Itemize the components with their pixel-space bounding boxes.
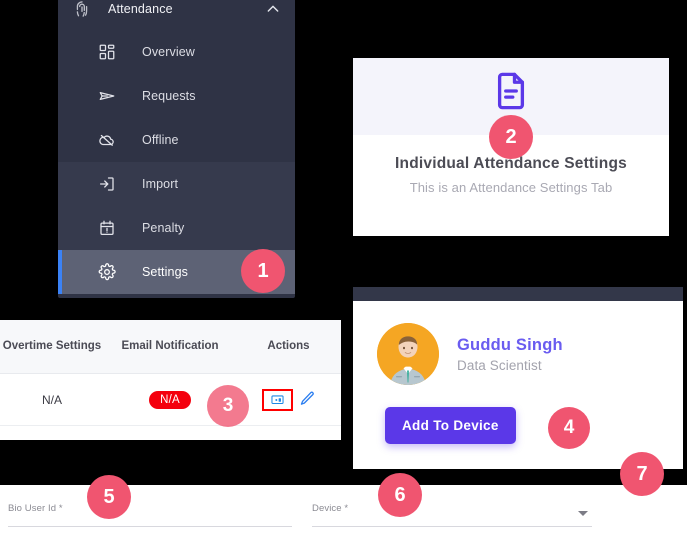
- table-header-row: Overtime Settings Email Notification Act…: [0, 320, 341, 374]
- avatar: [377, 323, 439, 385]
- sidebar-item-label: Import: [142, 177, 179, 191]
- send-plane-icon: [98, 87, 116, 105]
- sidebar-item-label: Overview: [142, 45, 195, 59]
- sidebar-item-import[interactable]: Import: [58, 162, 295, 206]
- table-row: N/A N/A: [0, 374, 341, 426]
- screenshot-root: Attendance Overview Requests Offline Imp…: [0, 0, 687, 550]
- profile-text: Guddu Singh Data Scientist: [457, 336, 563, 373]
- device-label: Device *: [312, 503, 349, 514]
- sidebar-item-label: Requests: [142, 89, 196, 103]
- step-badge-7: 7: [620, 452, 664, 496]
- card-subtitle: This is an Attendance Settings Tab: [409, 180, 613, 195]
- bio-user-id-field[interactable]: Bio User Id *: [8, 503, 292, 527]
- attendance-settings-table: Overtime Settings Email Notification Act…: [0, 320, 341, 440]
- cell-actions: [236, 374, 341, 425]
- device-monitor-icon[interactable]: [261, 388, 293, 411]
- profile-identity-row: Guddu Singh Data Scientist: [353, 301, 683, 385]
- document-lines-icon: [353, 70, 669, 117]
- step-badge-2: 2: [489, 115, 533, 159]
- sidebar-header-attendance[interactable]: Attendance: [58, 0, 295, 30]
- edit-pencil-icon[interactable]: [299, 390, 316, 410]
- bio-user-id-label: Bio User Id *: [8, 503, 63, 514]
- sidebar-item-requests[interactable]: Requests: [58, 74, 295, 118]
- add-to-device-button[interactable]: Add To Device: [385, 407, 516, 444]
- step-badge-1: 1: [241, 249, 285, 293]
- device-select-field[interactable]: Device *: [312, 503, 592, 527]
- chevron-down-icon[interactable]: [578, 511, 588, 516]
- sidebar-item-overview[interactable]: Overview: [58, 30, 295, 74]
- employee-name: Guddu Singh: [457, 335, 563, 354]
- status-badge: N/A: [149, 390, 191, 409]
- sidebar-item-label: Offline: [142, 133, 179, 147]
- sidebar-header-label: Attendance: [108, 2, 173, 16]
- column-header-email-notification: Email Notification: [121, 339, 219, 352]
- fingerprint-icon: [72, 0, 92, 19]
- step-badge-4: 4: [548, 407, 590, 449]
- step-badge-3: 3: [207, 385, 249, 427]
- employee-role: Data Scientist: [457, 357, 542, 373]
- column-header-actions: Actions: [267, 339, 310, 352]
- step-badge-6: 6: [378, 473, 422, 517]
- profile-card-topbar: [353, 287, 683, 301]
- bio-user-id-underline: [8, 526, 292, 527]
- calendar-alert-icon: [98, 219, 116, 237]
- sidebar-item-label: Settings: [142, 265, 188, 279]
- sidebar-item-label: Penalty: [142, 221, 185, 235]
- column-header-overtime-settings: Overtime Settings: [2, 339, 102, 352]
- step-badge-5: 5: [87, 475, 131, 519]
- sidebar-item-offline[interactable]: Offline: [58, 118, 295, 162]
- cell-overtime-settings: N/A: [41, 392, 62, 407]
- dashboard-grid-icon: [98, 43, 116, 61]
- cloud-off-icon: [98, 131, 116, 149]
- table-footer-filler: [0, 426, 341, 440]
- device-underline: [312, 526, 592, 527]
- import-arrow-icon: [98, 175, 116, 193]
- employee-profile-card: Guddu Singh Data Scientist Add To Device: [353, 301, 683, 469]
- sidebar-item-penalty[interactable]: Penalty: [58, 206, 295, 250]
- gear-icon: [98, 263, 116, 281]
- chevron-up-icon[interactable]: [265, 1, 281, 17]
